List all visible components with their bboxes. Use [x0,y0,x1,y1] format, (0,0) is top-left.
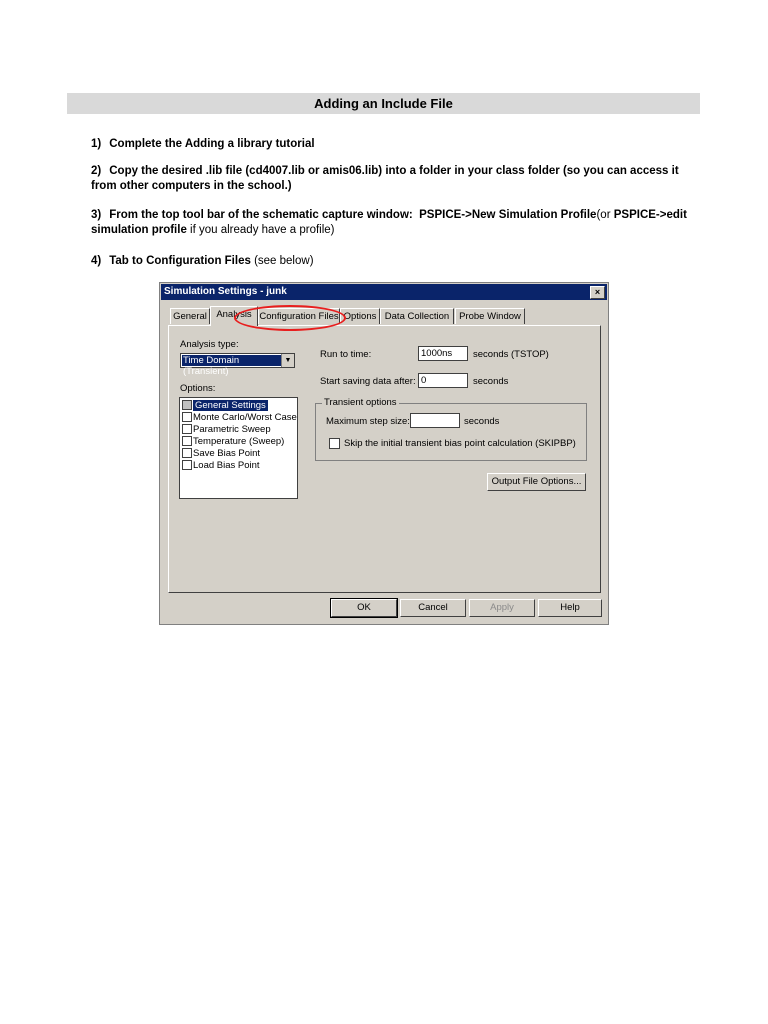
tab-general[interactable]: General [170,308,210,324]
list-item[interactable]: Parametric Sweep [182,424,271,436]
chevron-down-icon[interactable]: ▼ [281,354,294,367]
checkbox-icon[interactable] [182,460,192,471]
list-item[interactable]: Load Bias Point [182,460,260,472]
list-item[interactable]: Monte Carlo/Worst Case [182,412,297,424]
start-saving-label: Start saving data after: [320,376,416,387]
analysis-type-label: Analysis type: [180,339,239,350]
analysis-type-select[interactable]: Time Domain (Transient) ▼ [180,353,295,377]
run-to-time-unit: seconds (TSTOP) [473,349,549,360]
document-title: Adding an Include File [67,93,700,114]
close-icon[interactable]: × [590,286,605,299]
apply-button[interactable]: Apply [469,599,535,617]
max-step-input[interactable] [410,413,460,428]
checkbox-icon[interactable] [182,412,192,423]
step-2-text: Copy the desired .lib file (cd4007.lib o… [91,165,679,192]
simulation-settings-dialog: Simulation Settings - junk × General Ana… [159,282,609,625]
step-3-menu-path: PSPICE->New Simulation Profile [419,209,597,221]
tab-probe-window[interactable]: Probe Window [455,308,525,324]
run-to-time-input[interactable]: 1000ns [418,346,468,361]
checkbox-icon[interactable] [182,448,192,459]
step-1: 1) Complete the Adding a library tutorial [91,138,315,150]
output-file-options-button[interactable]: Output File Options... [487,473,586,491]
skip-bias-checkbox[interactable] [329,438,340,449]
tab-data-collection[interactable]: Data Collection [380,308,454,324]
run-to-time-label: Run to time: [320,349,372,360]
transient-options-group: Transient options [315,397,587,461]
dialog-title-bar: Simulation Settings - junk × [161,284,607,300]
max-step-unit: seconds [464,416,500,427]
list-item[interactable]: Save Bias Point [182,448,260,460]
checkbox-icon[interactable] [182,436,192,447]
cancel-button[interactable]: Cancel [400,599,466,617]
step-3: 3) From the top tool bar of the schematic… [91,209,687,236]
step-1-text: Complete the Adding a library tutorial [109,138,315,150]
checkbox-icon[interactable] [182,400,192,411]
start-saving-input[interactable]: 0 [418,373,468,388]
start-saving-unit: seconds [473,376,509,387]
help-button[interactable]: Help [538,599,602,617]
max-step-label: Maximum step size: [326,416,410,427]
ok-button[interactable]: OK [330,598,398,618]
skip-bias-label: Skip the initial transient bias point ca… [344,438,576,449]
step-2: 2) Copy the desired .lib file (cd4007.lib… [91,165,679,192]
list-item[interactable]: Temperature (Sweep) [182,436,284,448]
options-label: Options: [180,383,216,394]
list-item[interactable]: General Settings [182,400,268,412]
options-list: General Settings Monte Carlo/Worst Case … [179,397,298,499]
highlight-annotation [234,305,346,331]
tab-options[interactable]: Options [340,308,380,324]
step-4: 4) Tab to Configuration Files (see below) [91,255,314,267]
checkbox-icon[interactable] [182,424,192,435]
